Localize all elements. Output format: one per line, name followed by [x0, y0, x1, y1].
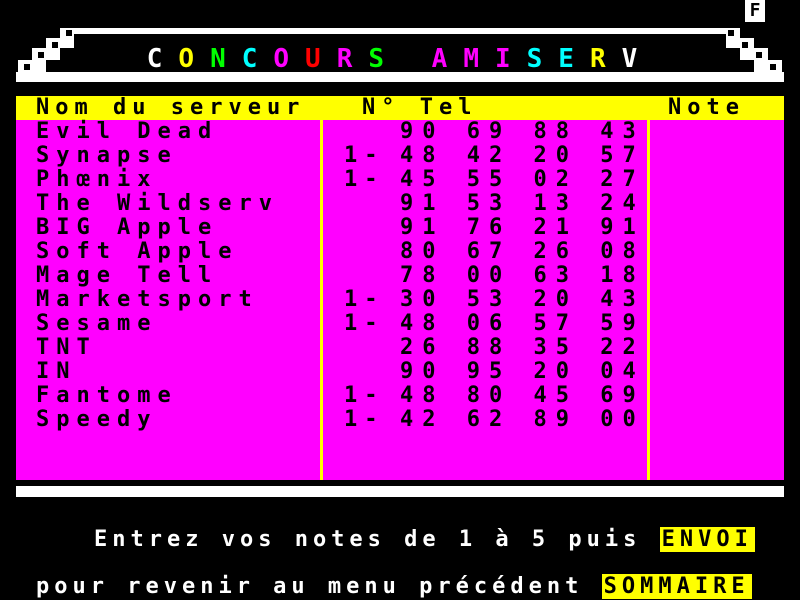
header-note: Note	[668, 95, 745, 120]
phone-number: 45 55 02 27	[400, 167, 645, 192]
title-letter: R	[589, 44, 622, 74]
title-letter: V	[621, 44, 654, 74]
phone-number: 91 53 13 24	[400, 191, 645, 216]
phone-number: 78 00 63 18	[400, 263, 645, 288]
phone-number: 90 95 20 04	[400, 359, 645, 384]
bottom-separator	[16, 486, 784, 497]
phone-number: 26 88 35 22	[400, 335, 645, 360]
phone-number: 48 80 45 69	[400, 383, 645, 408]
server-name: Marketsport	[36, 287, 259, 312]
server-name: IN	[36, 359, 77, 384]
footer-line-2: pour revenir au menu précédent SOMMAIRE	[36, 574, 752, 600]
title-letter: S	[368, 44, 400, 74]
title-letter: A	[431, 44, 464, 74]
phone-prefix: 1-	[344, 311, 385, 336]
phone-prefix: 1-	[344, 407, 385, 432]
title-letter: C	[146, 44, 179, 74]
server-name: The Wildserv	[36, 191, 279, 216]
title-letter: O	[273, 44, 306, 74]
server-name: Phœnix	[36, 167, 158, 192]
title-letter: M	[463, 44, 495, 74]
server-name: Soft Apple	[36, 239, 239, 264]
title-letter: I	[494, 44, 527, 74]
footer-line-1: Entrez vos notes de 1 à 5 puis ENVOI	[94, 527, 755, 553]
phone-number: 48 06 57 59	[400, 311, 645, 336]
footer-instruction: Entrez vos notes de 1 à 5 puis	[94, 527, 642, 552]
title-letter: E	[558, 44, 590, 74]
phone-number: 48 42 20 57	[400, 143, 645, 168]
status-indicator: F	[745, 0, 765, 22]
phone-prefix: 1-	[344, 143, 385, 168]
server-name: Sesame	[36, 311, 158, 336]
sommaire-key[interactable]: SOMMAIRE	[601, 574, 752, 599]
phone-prefix: 1-	[344, 287, 385, 312]
title-letter: U	[305, 44, 337, 74]
phone-number: 90 69 88 43	[400, 119, 645, 144]
header-server-name: Nom du serveur	[36, 95, 306, 120]
phone-number: 80 67 26 08	[400, 239, 645, 264]
server-name: Mage Tell	[36, 263, 219, 288]
header-phone: N° Tel	[362, 95, 478, 120]
page-title: CONCOURS AMISERV	[0, 42, 800, 76]
phone-number: 42 62 89 00	[400, 407, 645, 432]
envoi-key[interactable]: ENVOI	[659, 527, 755, 552]
server-name: Synapse	[36, 143, 178, 168]
phone-prefix: 1-	[344, 383, 385, 408]
phone-number: 91 76 21 91	[400, 215, 645, 240]
server-name: Evil Dead	[36, 119, 219, 144]
title-letter: C	[241, 44, 274, 74]
phone-number: 30 53 20 43	[400, 287, 645, 312]
title-letter: R	[336, 44, 369, 74]
footer-return-text: pour revenir au menu précédent	[36, 574, 584, 599]
server-name: BIG Apple	[36, 215, 219, 240]
title-letter	[400, 44, 432, 74]
server-name: TNT	[36, 335, 97, 360]
server-name: Speedy	[36, 407, 158, 432]
server-name: Fantome	[36, 383, 178, 408]
title-letter: N	[210, 44, 242, 74]
column-divider	[320, 120, 323, 480]
column-divider	[647, 120, 650, 480]
phone-prefix: 1-	[344, 167, 385, 192]
title-letter: O	[178, 44, 211, 74]
title-letter: S	[526, 44, 559, 74]
